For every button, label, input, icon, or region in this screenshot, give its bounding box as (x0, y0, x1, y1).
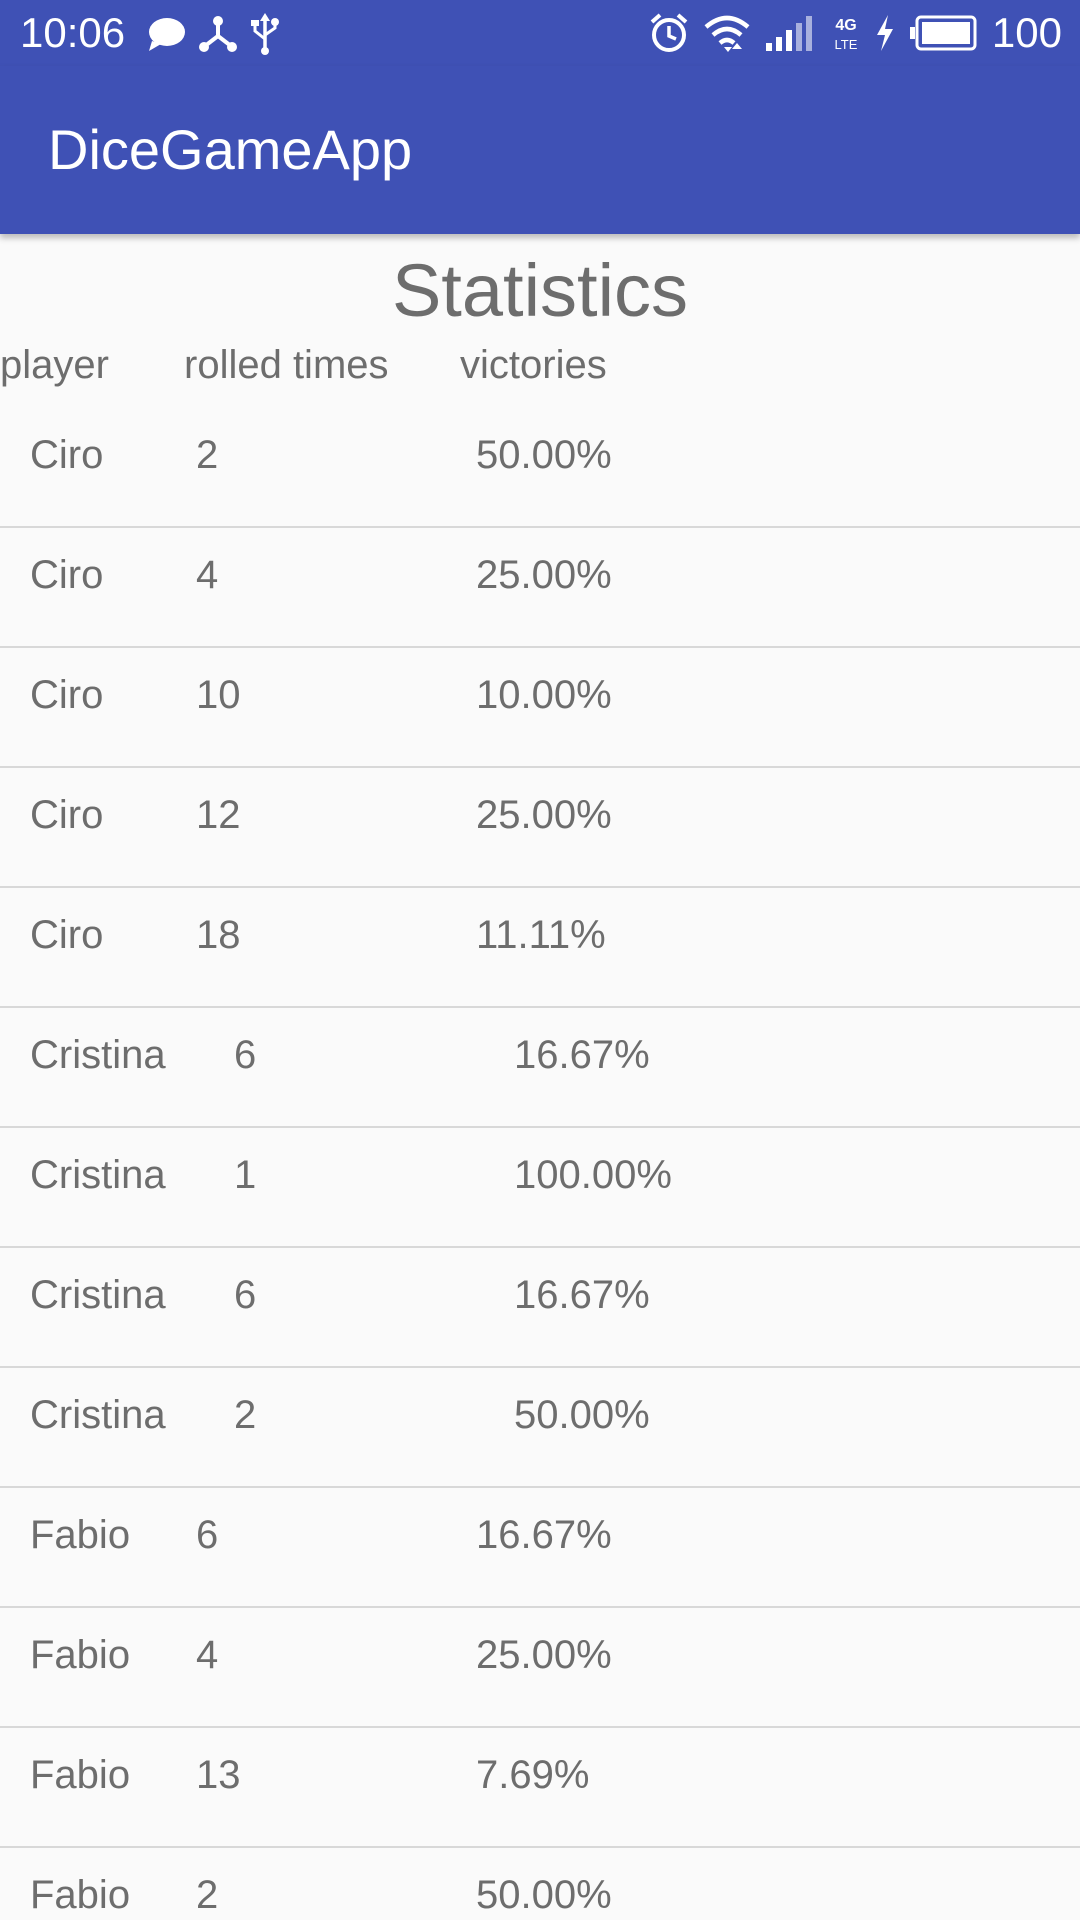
cell-player: Ciro (30, 673, 104, 717)
usb-icon (250, 13, 280, 55)
table-row[interactable]: Ciro 4 25.00% (0, 528, 1080, 648)
alarm-clock-icon (648, 12, 690, 54)
table-row[interactable]: Ciro 2 50.00% (0, 408, 1080, 528)
table-row[interactable]: Ciro 10 10.00% (0, 648, 1080, 768)
cell-rolled-times: 4 (196, 1633, 219, 1677)
share-nodes-icon (198, 14, 238, 54)
cell-victories: 25.00% (476, 1633, 612, 1677)
status-time: 10:06 (20, 9, 126, 56)
cell-victories: 50.00% (476, 1873, 612, 1917)
statistics-screen: Statistics player rolled times victories… (0, 234, 1080, 1920)
cell-rolled-times: 18 (196, 913, 241, 957)
cell-victories: 16.67% (476, 1513, 612, 1557)
cell-victories: 25.00% (476, 553, 612, 597)
network-4g-lte-icon: 4G LTE (832, 13, 860, 53)
cell-rolled-times: 2 (196, 1873, 219, 1917)
cell-rolled-times: 10 (196, 673, 241, 717)
charging-bolt-icon (874, 13, 896, 53)
column-header-rolled-times: rolled times (184, 343, 389, 387)
cell-player: Cristina (30, 1393, 166, 1437)
table-row[interactable]: Fabio 13 7.69% (0, 1728, 1080, 1848)
page-title: Statistics (391, 249, 689, 332)
cell-rolled-times: 6 (234, 1273, 257, 1317)
cell-victories: 50.00% (514, 1393, 650, 1437)
status-left-icons (146, 12, 280, 56)
table-row[interactable]: Cristina 1 100.00% (0, 1128, 1080, 1248)
cell-rolled-times: 12 (196, 793, 241, 837)
battery-icon (909, 14, 978, 52)
network-label-bottom: LTE (834, 37, 857, 52)
chat-bubble-icon (146, 15, 186, 53)
statistics-list[interactable]: Ciro 2 50.00% Ciro 4 25.00% Ciro 10 10.0… (0, 408, 1080, 1920)
cell-player: Cristina (30, 1033, 166, 1077)
table-row[interactable]: Cristina 6 16.67% (0, 1008, 1080, 1128)
cell-victories: 10.00% (476, 673, 612, 717)
table-row[interactable]: Ciro 18 11.11% (0, 888, 1080, 1008)
cell-rolled-times: 13 (196, 1753, 241, 1797)
cell-player: Fabio (30, 1753, 131, 1797)
screen: 10:06 4G LTE 100 DiceGameApp Statistics … (0, 0, 1080, 1920)
table-row[interactable]: Fabio 2 50.00% (0, 1848, 1080, 1920)
cell-player: Fabio (30, 1513, 131, 1557)
app-title: DiceGameApp (48, 118, 413, 181)
cell-victories: 11.11% (476, 913, 606, 957)
cell-player: Ciro (30, 433, 104, 477)
cell-player: Ciro (30, 913, 104, 957)
cell-victories: 16.67% (514, 1273, 650, 1317)
cell-rolled-times: 2 (196, 433, 219, 477)
table-header: player rolled times victories (0, 340, 1080, 390)
battery-level-text: 100 (991, 9, 1062, 56)
cell-player: Ciro (30, 553, 104, 597)
cell-rolled-times: 2 (234, 1393, 257, 1437)
network-label-top: 4G (835, 17, 856, 34)
app-bar: DiceGameApp (0, 66, 1080, 234)
cell-victories: 50.00% (476, 433, 612, 477)
wifi-icon (704, 13, 750, 53)
cell-player: Ciro (30, 793, 104, 837)
cell-rolled-times: 1 (234, 1153, 257, 1197)
cell-rolled-times: 4 (196, 553, 219, 597)
table-row[interactable]: Fabio 4 25.00% (0, 1608, 1080, 1728)
cell-player: Fabio (30, 1633, 131, 1677)
cell-victories: 100.00% (514, 1153, 672, 1197)
cell-rolled-times: 6 (234, 1033, 257, 1077)
table-row[interactable]: Cristina 2 50.00% (0, 1368, 1080, 1488)
cell-rolled-times: 6 (196, 1513, 219, 1557)
cell-player: Fabio (30, 1873, 131, 1917)
cell-victories: 25.00% (476, 793, 612, 837)
status-bar: 10:06 4G LTE 100 (0, 0, 1080, 66)
cell-player: Cristina (30, 1153, 166, 1197)
column-header-player: player (0, 343, 109, 387)
signal-bars-icon (764, 13, 818, 53)
cell-victories: 7.69% (476, 1753, 590, 1797)
table-row[interactable]: Cristina 6 16.67% (0, 1248, 1080, 1368)
table-row[interactable]: Fabio 6 16.67% (0, 1488, 1080, 1608)
table-row[interactable]: Ciro 12 25.00% (0, 768, 1080, 888)
status-right-icons: 4G LTE 100 (648, 10, 1062, 56)
cell-victories: 16.67% (514, 1033, 650, 1077)
column-header-victories: victories (460, 343, 607, 387)
cell-player: Cristina (30, 1273, 166, 1317)
